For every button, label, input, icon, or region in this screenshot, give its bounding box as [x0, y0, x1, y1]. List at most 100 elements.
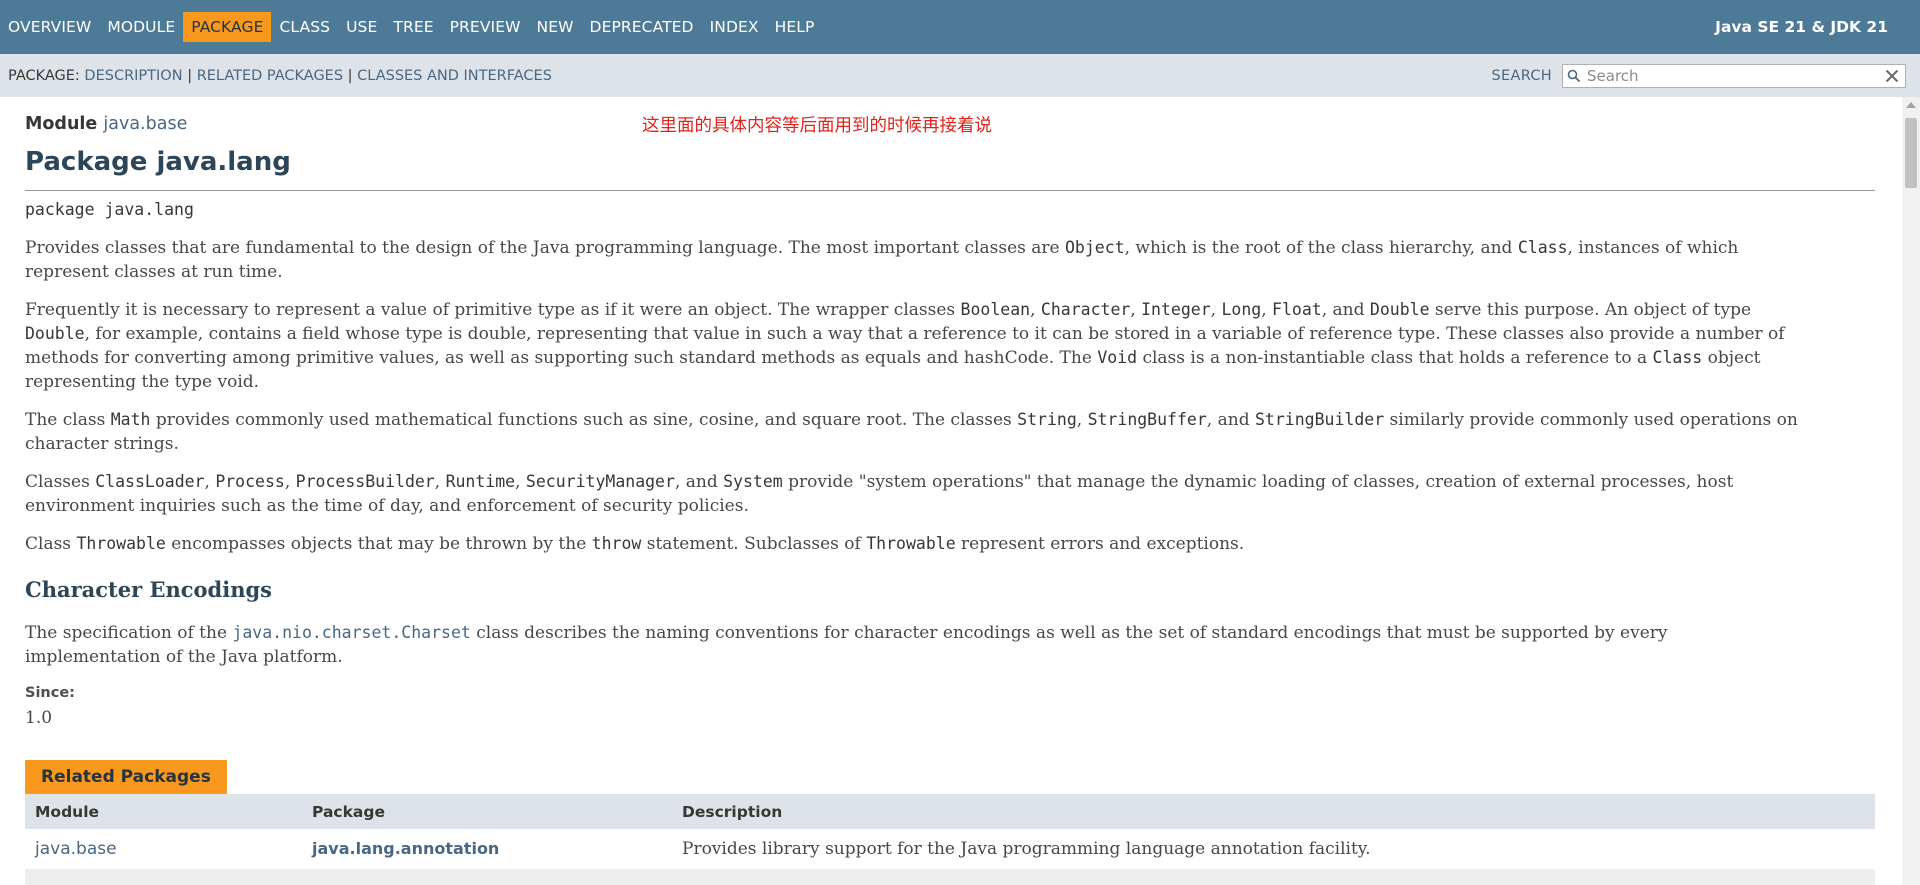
- search-box: [1562, 63, 1906, 88]
- search-area: SEARCH: [1492, 63, 1906, 88]
- nav-index[interactable]: INDEX: [702, 12, 767, 42]
- top-nav-bar: OVERVIEW MODULE PACKAGE CLASS USE TREE P…: [0, 0, 1920, 54]
- text: serve this purpose. An object of type: [1429, 300, 1752, 320]
- row-description: Provides library support for the Java pr…: [682, 839, 1371, 859]
- text: provides commonly used mathematical func…: [150, 410, 1018, 430]
- code-system: System: [723, 472, 783, 491]
- text: , and: [674, 472, 724, 492]
- description-paragraph-1: Provides classes that are fundamental to…: [25, 236, 1875, 284]
- text: environment inquiries such as the time o…: [25, 496, 749, 516]
- description-paragraph-6: The specification of the java.nio.charse…: [25, 621, 1875, 669]
- text: The specification of the: [25, 623, 233, 643]
- related-packages-table-header: Module Package Description: [25, 794, 1875, 829]
- text: , and: [1321, 300, 1370, 320]
- code-process: Process: [215, 472, 285, 491]
- code-double: Double: [1369, 300, 1430, 319]
- related-packages-caption: Related Packages: [25, 760, 227, 794]
- sub-nav-bar: PACKAGE: DESCRIPTION | RELATED PACKAGES …: [0, 54, 1920, 97]
- nav-overview[interactable]: OVERVIEW: [0, 12, 99, 42]
- since-value: 1.0: [25, 708, 53, 728]
- text: ,: [1030, 300, 1041, 320]
- code-double: Double: [25, 324, 85, 343]
- text: represent classes at run time.: [25, 262, 283, 282]
- nav-class[interactable]: CLASS: [271, 12, 338, 42]
- search-input[interactable]: [1585, 65, 1875, 86]
- description-paragraph-2: Frequently it is necessary to represent …: [25, 298, 1875, 394]
- code-object: Object: [1065, 238, 1125, 257]
- table-row-partial: [25, 869, 1875, 885]
- scroll-up-arrow-icon[interactable]: [1906, 102, 1916, 108]
- code-integer: Integer: [1141, 300, 1211, 319]
- nav-tree[interactable]: TREE: [385, 12, 441, 42]
- code-throwable: Throwable: [866, 534, 956, 553]
- description-paragraph-3: The class Math provides commonly used ma…: [25, 408, 1875, 456]
- page-title: Package java.lang: [25, 147, 291, 177]
- sub-nav-prefix: PACKAGE:: [8, 67, 80, 84]
- nav-help[interactable]: HELP: [767, 12, 823, 42]
- scrollbar-thumb[interactable]: [1905, 118, 1917, 188]
- text: provide "system operations" that manage …: [782, 472, 1734, 492]
- text: Class: [25, 534, 77, 554]
- main-content: Module java.base 这里面的具体内容等后面用到的时候再接着说 Pa…: [25, 97, 1875, 885]
- row-module-link[interactable]: java.base: [35, 839, 117, 859]
- module-label-text: Module: [25, 114, 98, 134]
- about-language: Java SE 21 & JDK 21: [1715, 18, 1888, 36]
- sub-nav-related-packages-link[interactable]: RELATED PACKAGES: [197, 68, 343, 84]
- code-float: Float: [1272, 300, 1322, 319]
- module-link[interactable]: java.base: [103, 114, 187, 134]
- text: represent errors and exceptions.: [955, 534, 1245, 554]
- text: implementation of the Java platform.: [25, 647, 343, 667]
- code-void: Void: [1097, 348, 1138, 367]
- code-classloader: ClassLoader: [95, 472, 205, 491]
- text: Classes: [25, 472, 96, 492]
- column-header-package: Package: [312, 803, 385, 821]
- text: ,: [1076, 410, 1088, 430]
- close-icon: [1885, 69, 1899, 82]
- column-header-description: Description: [682, 803, 783, 821]
- text: ,: [1130, 300, 1142, 320]
- charset-link[interactable]: java.nio.charset.Charset: [232, 623, 470, 642]
- user-annotation-text: 这里面的具体内容等后面用到的时候再接着说: [642, 116, 992, 136]
- text: class is a non-instantiable class that h…: [1137, 348, 1653, 368]
- nav-use[interactable]: USE: [338, 12, 385, 42]
- since-label: Since:: [25, 685, 75, 701]
- module-label: Module java.base: [25, 114, 187, 134]
- code-math: Math: [110, 410, 151, 429]
- text: ,: [515, 472, 526, 492]
- sub-nav-description-link[interactable]: DESCRIPTION: [84, 68, 182, 84]
- text: , which is the root of the class hierarc…: [1124, 238, 1518, 258]
- nav-module[interactable]: MODULE: [99, 12, 183, 42]
- code-throw: throw: [591, 534, 642, 553]
- code-runtime: Runtime: [445, 472, 516, 491]
- text: object: [1702, 348, 1761, 368]
- code-boolean: Boolean: [960, 300, 1031, 319]
- code-stringbuilder: StringBuilder: [1254, 410, 1385, 429]
- title-divider: [25, 190, 1875, 191]
- magnifier-icon: [1563, 65, 1585, 87]
- search-reset-button[interactable]: [1883, 67, 1901, 85]
- code-long: Long: [1221, 300, 1262, 319]
- nav-preview[interactable]: PREVIEW: [442, 12, 529, 42]
- sub-nav-separator: |: [347, 67, 353, 84]
- nav-deprecated[interactable]: DEPRECATED: [582, 12, 702, 42]
- sub-nav-links: PACKAGE: DESCRIPTION | RELATED PACKAGES …: [8, 68, 552, 84]
- text: , for example, contains a field whose ty…: [84, 324, 1785, 344]
- text: encompasses objects that may be thrown b…: [165, 534, 592, 554]
- top-nav-list: OVERVIEW MODULE PACKAGE CLASS USE TREE P…: [0, 0, 822, 54]
- vertical-scrollbar[interactable]: [1902, 97, 1920, 885]
- column-header-module: Module: [35, 803, 100, 821]
- text: similarly provide commonly used operatio…: [1384, 410, 1798, 430]
- sub-nav-separator: |: [187, 67, 193, 84]
- description-paragraph-5: Class Throwable encompasses objects that…: [25, 532, 1875, 556]
- sub-nav-classes-interfaces-link[interactable]: CLASSES AND INTERFACES: [357, 68, 552, 84]
- description-paragraph-4: Classes ClassLoader, Process, ProcessBui…: [25, 470, 1875, 518]
- text: The class: [25, 410, 111, 430]
- code-stringbuffer: StringBuffer: [1087, 410, 1207, 429]
- text: methods for converting among primitive v…: [25, 348, 1098, 368]
- text: ,: [204, 472, 216, 492]
- text: Frequently it is necessary to represent …: [25, 300, 961, 320]
- row-package-link[interactable]: java.lang.annotation: [312, 839, 499, 858]
- nav-new[interactable]: NEW: [529, 12, 582, 42]
- text: representing the type void.: [25, 372, 260, 392]
- text: , instances of which: [1567, 238, 1739, 258]
